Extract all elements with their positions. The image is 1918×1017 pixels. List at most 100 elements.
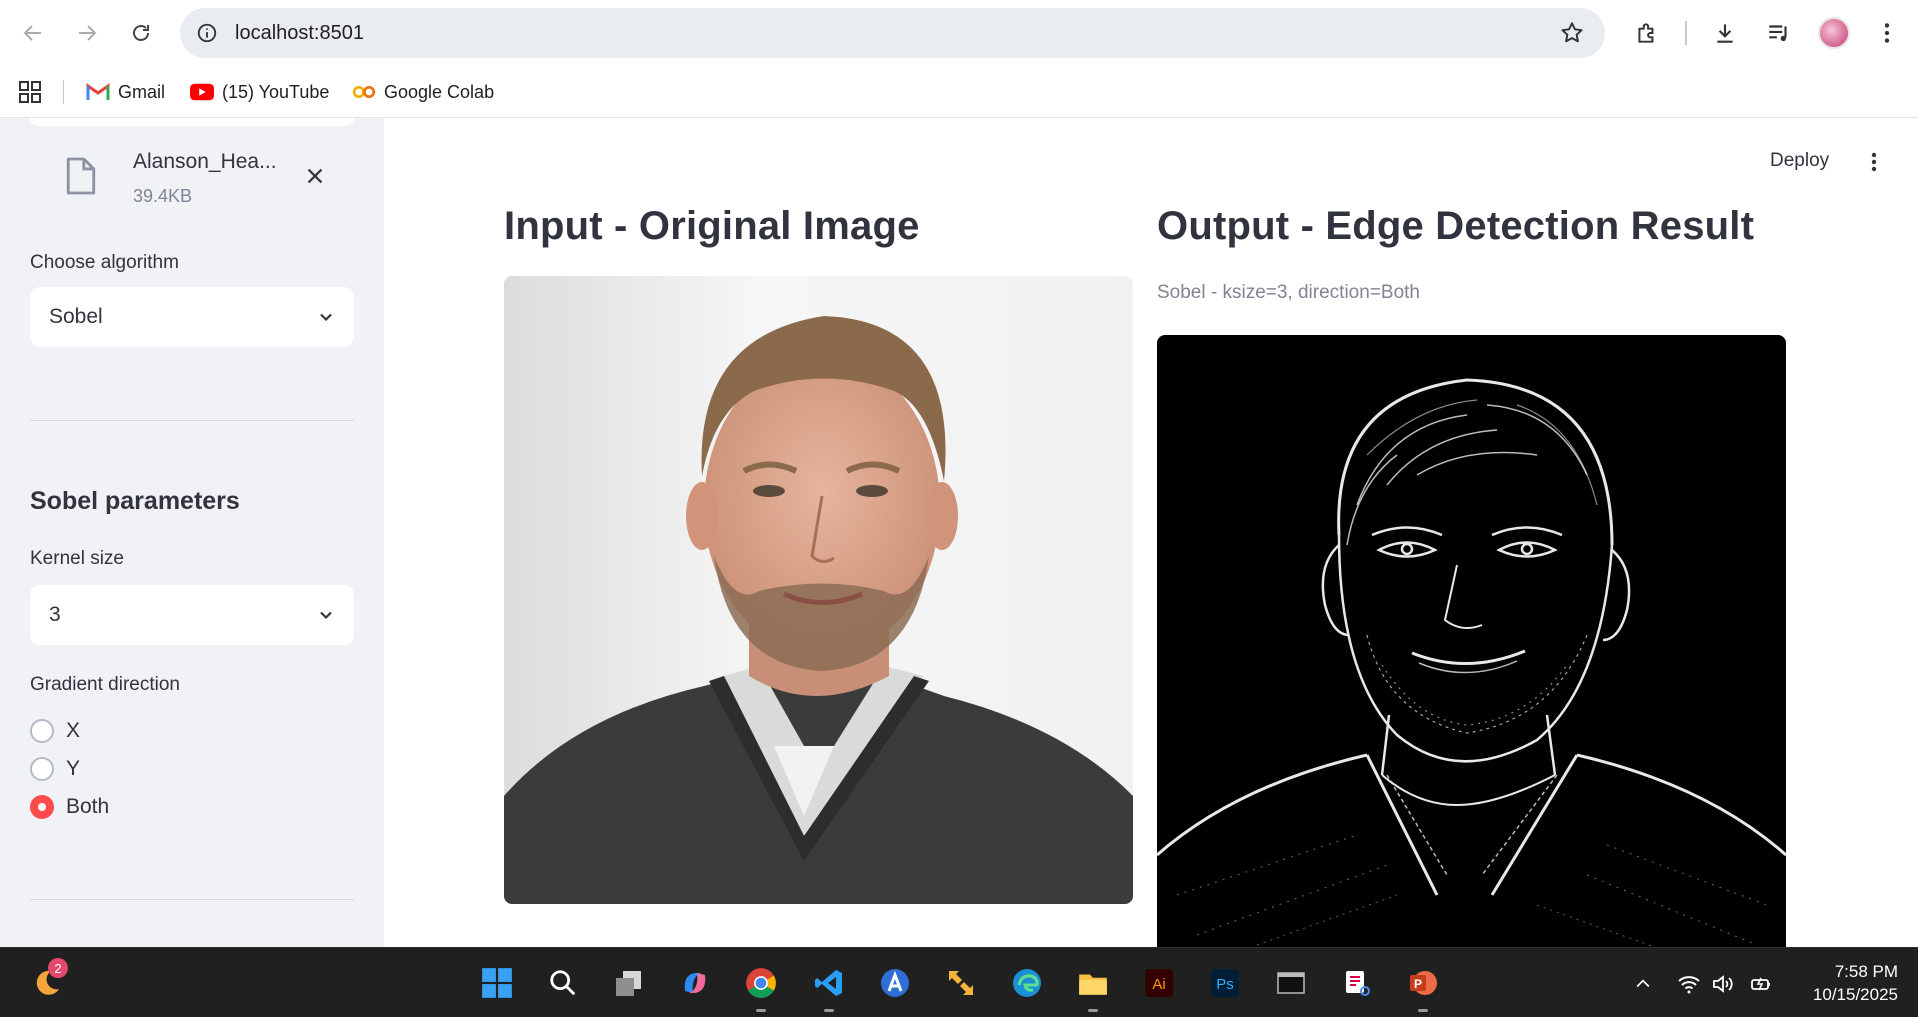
kernel-size-select[interactable]: 3 [30,585,354,645]
main-menu-icon[interactable] [1862,150,1886,174]
kernel-size-label: Kernel size [30,548,124,569]
app-a-taskbar-button[interactable] [874,962,916,1004]
uploaded-file-name: Alanson_Hea... [133,150,277,173]
youtube-icon [190,82,214,102]
vscode-icon [815,970,842,996]
folder-icon [1079,974,1107,995]
browser-menu-button[interactable] [1868,14,1906,52]
terminal-icon [1277,972,1305,994]
running-indicator [1088,1009,1098,1012]
bookmark-star-icon[interactable] [1559,20,1585,46]
bookmarks-bar: Gmail (15) YouTube Google Colab [0,66,1918,118]
sidebar: Alanson_Hea... 39.4KB Choose algorithm S… [0,118,384,947]
media-controls-button[interactable] [1760,14,1798,52]
app-arrows-taskbar-button[interactable] [940,962,982,1004]
copilot-icon [684,973,706,993]
algorithm-select-value: Sobel [49,305,103,328]
chevron-up-icon [1636,979,1650,988]
address-bar[interactable]: localhost:8501 [180,8,1605,58]
file-explorer-taskbar-button[interactable] [1072,962,1114,1012]
extensions-button[interactable] [1628,14,1666,52]
bookmark-label: Google Colab [384,81,495,102]
snipping-tool-taskbar-button[interactable] [1336,962,1378,1004]
clock-time: 7:58 PM [1834,962,1898,981]
profile-avatar[interactable] [1818,17,1850,49]
toolbar-divider [1685,21,1687,45]
remove-file-button[interactable] [300,161,330,191]
search-button[interactable] [542,962,584,1004]
radio-button[interactable] [30,757,54,781]
bookmark-gmail[interactable]: Gmail [86,78,165,106]
file-uploader-dropzone[interactable] [30,118,354,126]
output-image [1157,335,1786,947]
photoshop-taskbar-button[interactable]: Ps [1204,962,1246,1004]
kernel-size-value: 3 [49,603,61,626]
uploaded-file-size: 39.4KB [133,186,193,206]
algorithm-label: Choose algorithm [30,252,179,273]
playlist-icon [1769,25,1787,42]
radio-button-selected[interactable] [30,795,54,819]
forward-button[interactable] [68,14,106,52]
radio-button[interactable] [30,719,54,743]
volume-control[interactable] [1710,972,1736,996]
colab-icon [352,82,376,102]
app-a-icon [881,969,909,997]
arrow-left-icon [23,25,41,41]
chrome-taskbar-button[interactable] [740,962,782,1012]
illustrator-taskbar-button[interactable]: Ai [1138,962,1180,1004]
algorithm-select[interactable]: Sobel [30,287,354,347]
photoshop-icon: Ps [1211,969,1239,997]
wifi-status[interactable] [1676,972,1702,996]
radio-label: X [66,719,81,742]
reload-icon [133,25,149,41]
running-indicator [756,1009,766,1012]
input-title: Input - Original Image [504,204,920,248]
copilot-button[interactable] [674,962,716,1004]
running-indicator [1418,1009,1428,1012]
radio-option-x[interactable]: X [30,716,80,746]
taskbar: Ai Ps P 7:58 PM 10/15/2025 [0,947,1918,1017]
chevron-down-icon [320,313,332,322]
wifi-icon [1678,976,1700,994]
vscode-taskbar-button[interactable] [808,962,850,1012]
svg-text:P: P [1414,977,1422,991]
apps-grid-icon[interactable] [18,80,42,104]
show-hidden-icons-button[interactable] [1630,972,1656,996]
chevron-down-icon [320,611,332,620]
edge-icon [1013,969,1041,997]
sidebar-divider [30,420,354,421]
system-clock[interactable]: 7:58 PM 10/15/2025 [1788,960,1898,1006]
task-view-button[interactable] [608,962,650,1004]
search-icon [550,970,576,996]
battery-charging-icon [1751,977,1770,991]
radio-option-both[interactable]: Both [30,792,109,822]
downloads-button[interactable] [1706,14,1744,52]
illustrator-icon: Ai [1145,969,1173,997]
radio-option-y[interactable]: Y [30,754,80,784]
edge-taskbar-button[interactable] [1006,962,1048,1004]
windows-icon [482,968,512,998]
battery-status[interactable] [1748,972,1774,996]
puzzle-icon [1638,23,1654,43]
site-info-icon[interactable] [194,20,220,46]
terminal-taskbar-button[interactable] [1270,962,1312,1004]
powerpoint-icon: P [1410,971,1437,995]
radio-label: Both [66,795,110,818]
bookmark-google-colab[interactable]: Google Colab [352,78,494,106]
arrow-right-icon [79,25,97,41]
url-text: localhost:8501 [235,22,364,44]
start-button[interactable] [476,962,518,1004]
reload-button[interactable] [122,14,160,52]
svg-text:Ps: Ps [1216,976,1234,993]
output-caption: Sobel - ksize=3, direction=Both [1157,282,1420,303]
parameters-heading: Sobel parameters [30,487,240,515]
back-button[interactable] [14,14,52,52]
svg-text:Ai: Ai [1152,976,1165,993]
browser-toolbar: localhost:8501 [0,0,1918,66]
deploy-button[interactable]: Deploy [1770,150,1829,172]
vertical-dots-icon [1884,23,1890,43]
bookmark-youtube[interactable]: (15) YouTube [190,78,329,106]
powerpoint-taskbar-button[interactable]: P [1402,962,1444,1012]
download-icon [1717,24,1733,43]
arrows-icon [949,971,973,995]
